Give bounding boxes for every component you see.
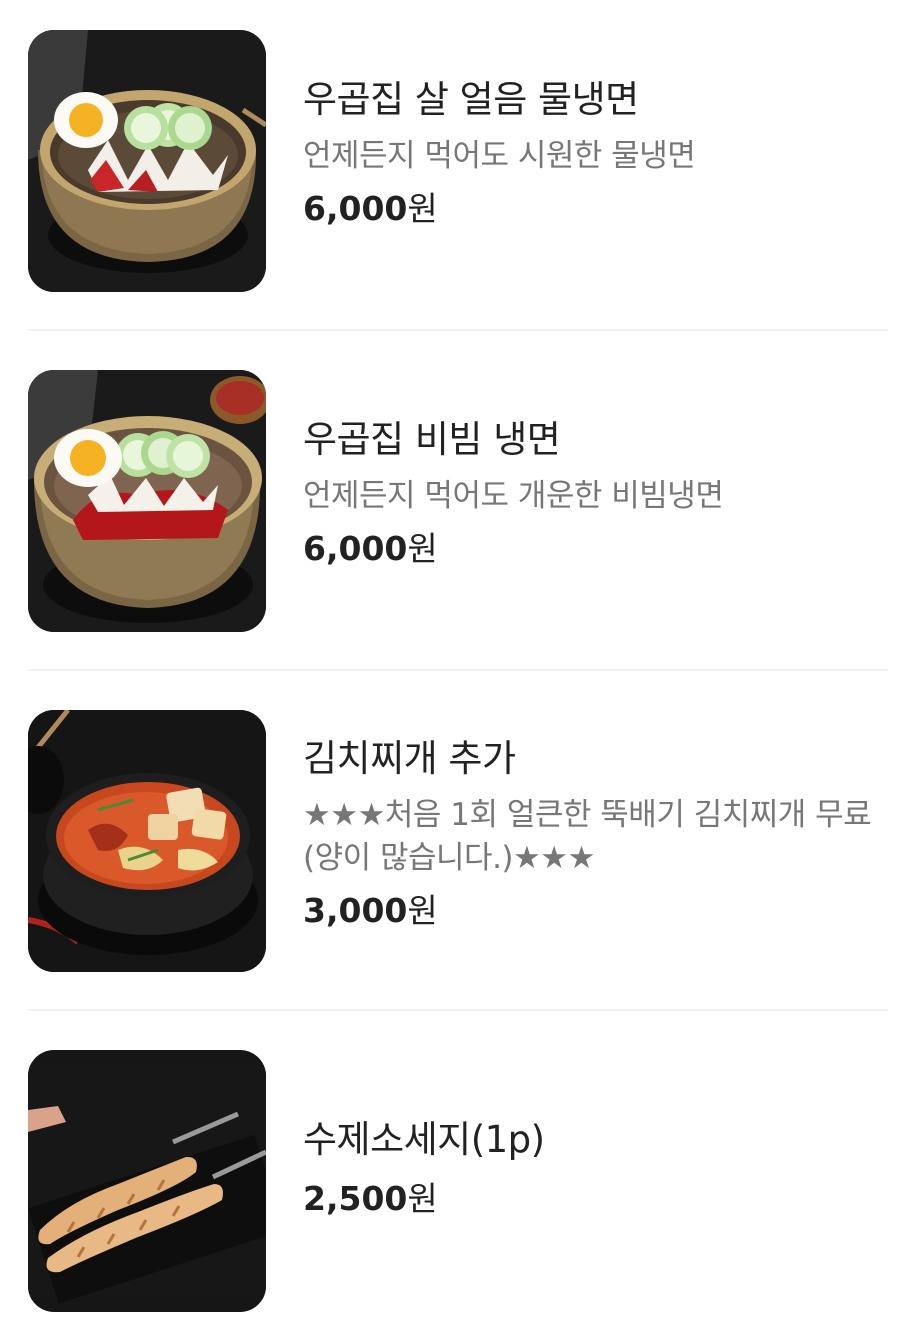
menu-item-name: 우곱집 비빔 냉면 — [303, 418, 561, 461]
bibim-naengmyeon-photo-icon — [28, 370, 266, 632]
menu-item-info: 수제소세지(1p) 2,500원 — [303, 1118, 883, 1220]
menu-item-name: 김치찌개 추가 — [303, 737, 516, 780]
menu-list: 우곱집 살 얼음 물냉면 언제든지 먹어도 시원한 물냉면 6,000원 우곱집… — [0, 0, 900, 1318]
menu-item-price: 6,000원 — [303, 188, 883, 230]
menu-item-info: 김치찌개 추가 ★★★처음 1회 얼큰한 뚝배기 김치찌개 무료(양이 많습니다… — [303, 737, 883, 932]
menu-item-price: 2,500원 — [303, 1178, 883, 1220]
divider — [28, 1009, 888, 1011]
price-unit: 원 — [407, 189, 438, 228]
menu-item-description: ★★★처음 1회 얼큰한 뚝배기 김치찌개 무료(양이 많습니다.)★★★ — [303, 797, 872, 876]
menu-item-price: 3,000원 — [303, 890, 883, 932]
divider — [28, 329, 888, 331]
sausage-photo-icon — [28, 1062, 266, 1304]
price-unit: 원 — [407, 529, 438, 568]
menu-item-info: 우곱집 비빔 냉면 언제든지 먹어도 개운한 비빔냉면 6,000원 — [303, 418, 883, 570]
price-number: 2,500 — [303, 1179, 408, 1218]
menu-item-price: 6,000원 — [303, 528, 883, 570]
price-number: 6,000 — [303, 189, 408, 228]
menu-item-name: 수제소세지(1p) — [303, 1118, 545, 1161]
divider — [28, 669, 888, 671]
price-unit: 원 — [407, 891, 438, 930]
kimchi-stew-image — [28, 710, 266, 972]
menu-item-description: 언제든지 먹어도 개운한 비빔냉면 — [303, 478, 724, 514]
menu-item-info: 우곱집 살 얼음 물냉면 언제든지 먹어도 시원한 물냉면 6,000원 — [303, 78, 883, 230]
sausage-image — [28, 1050, 266, 1312]
price-number: 6,000 — [303, 529, 408, 568]
menu-item-description: 언제든지 먹어도 시원한 물냉면 — [303, 138, 696, 174]
price-number: 3,000 — [303, 891, 408, 930]
menu-item-name: 우곱집 살 얼음 물냉면 — [303, 78, 639, 121]
bibim-naengmyeon-image — [28, 370, 266, 632]
kimchi-stew-photo-icon — [28, 710, 266, 972]
price-unit: 원 — [407, 1179, 438, 1218]
mul-naengmyeon-photo-icon — [28, 30, 266, 292]
mul-naengmyeon-image — [28, 30, 266, 292]
